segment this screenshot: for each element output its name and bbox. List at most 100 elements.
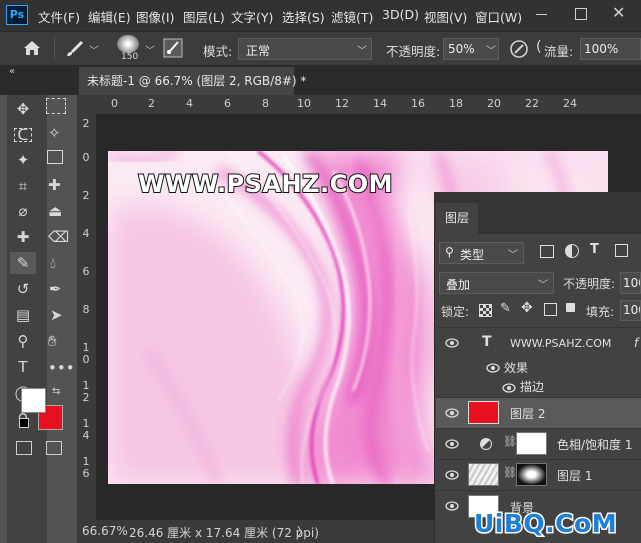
visibility-eye-icon[interactable] (445, 438, 459, 450)
layer-name: 图层 1 (557, 469, 593, 483)
rect-marquee-tool-icon[interactable] (46, 98, 66, 114)
close-icon[interactable]: ✕ (612, 3, 625, 22)
visibility-eye-icon[interactable] (445, 337, 459, 349)
menu-edit[interactable]: 编辑(E) (88, 7, 131, 26)
layer-name: WWW.PSAHZ.COM (510, 337, 612, 350)
brush-preview-icon[interactable] (117, 35, 139, 53)
filter-pixel-icon[interactable] (540, 245, 554, 258)
crop-tool-icon[interactable]: ⌗ (10, 175, 36, 197)
frame-tool-icon[interactable] (47, 150, 63, 164)
ruler-tick: 0 (111, 97, 118, 110)
layer-effects-row[interactable]: 效果 (436, 357, 641, 377)
type-tool-icon[interactable]: T (10, 356, 36, 378)
screen-mode-icon[interactable] (46, 441, 62, 455)
lasso-tool-icon[interactable]: ᑕ (10, 124, 36, 146)
hand-tool-icon[interactable]: ✋︎ (48, 332, 57, 350)
layer-mask-thumbnail (516, 432, 547, 455)
brush-tool-icon[interactable] (64, 40, 86, 58)
flow-field[interactable]: 100% (580, 38, 641, 60)
lock-position-icon[interactable]: ✥ (521, 300, 533, 316)
pen-tool-icon[interactable]: ✒ (49, 280, 62, 298)
eraser-tool-icon[interactable]: ⌫ (48, 228, 69, 246)
status-zoom: 66.67% (82, 524, 128, 538)
path-select-tool-icon[interactable]: ➤ (50, 306, 63, 324)
eyedropper-tool-icon[interactable]: ⌀ (10, 200, 36, 222)
home-icon[interactable] (22, 39, 42, 57)
minimize-icon[interactable] (536, 14, 547, 15)
ruler-tick: 12 (335, 97, 349, 110)
menu-view[interactable]: 视图(V) (424, 7, 467, 26)
move-tool-icon[interactable]: ✥ (10, 98, 36, 120)
layer-row-layer1[interactable]: ⛓ 图层 1 (436, 459, 641, 490)
menu-select[interactable]: 选择(S) (282, 7, 325, 26)
brush-preset-chevron-icon[interactable]: ﹀ (89, 42, 99, 57)
more-tools-icon[interactable]: ••• (48, 359, 75, 377)
fill-field[interactable]: 100 (620, 300, 641, 321)
healing-brush-tool-icon[interactable]: ✚ (10, 226, 36, 248)
blur-tool-icon[interactable]: 💧︎ (50, 254, 56, 272)
layer-row-hue-saturation[interactable]: ⛓ 色相/饱和度 1 (436, 428, 641, 459)
maximize-icon[interactable] (575, 8, 587, 20)
document-tab[interactable]: 未标题-1 @ 66.7% (图层 2, RGB/8#) * (79, 67, 306, 95)
menu-file[interactable]: 文件(F) (38, 7, 80, 26)
layer-opacity-field[interactable]: 100 (620, 272, 641, 294)
filter-adjustment-icon[interactable] (565, 244, 579, 258)
layer-filter-dropdown[interactable]: ⚲ 类型 ﹀ (439, 242, 524, 264)
magic-wand-icon[interactable]: ✧ (48, 124, 61, 142)
opacity-field[interactable]: 50% ﹀ (443, 38, 499, 60)
filter-type-icon[interactable]: T (590, 242, 599, 257)
menu-filter[interactable]: 滤镜(T) (331, 7, 373, 26)
blend-mode-dropdown[interactable]: 叠加 ﹀ (439, 272, 554, 294)
layer-stroke-effect-row[interactable]: 描边 (436, 377, 641, 397)
visibility-eye-icon[interactable] (486, 362, 500, 374)
adjustment-layer-icon (480, 438, 492, 450)
visibility-eye-icon[interactable] (502, 382, 516, 394)
menu-type[interactable]: 文字(Y) (231, 7, 273, 26)
gradient-tool-icon[interactable]: ▤ (10, 304, 36, 326)
tab-layers[interactable]: 图层 (436, 203, 478, 234)
ruler-tick: 10 (297, 97, 311, 110)
layer-row-layer2-selected[interactable]: 图层 2 (436, 397, 641, 428)
visibility-eye-icon[interactable] (445, 469, 459, 481)
lock-all-icon[interactable] (566, 303, 575, 312)
toolbar-collapse-icon[interactable]: « (9, 66, 15, 77)
pressure-opacity-icon[interactable] (508, 38, 530, 60)
default-colors-icon[interactable] (19, 418, 29, 428)
filter-shape-icon[interactable] (615, 244, 628, 257)
stroke-effect-label: 描边 (520, 380, 545, 394)
status-arrow-icon[interactable]: 〉 (297, 523, 309, 540)
menu-layer[interactable]: 图层(L) (183, 7, 225, 26)
menu-window[interactable]: 窗口(W) (475, 7, 522, 26)
ruler-tick: 6 (82, 265, 90, 278)
menu-3d[interactable]: 3D(D) (382, 7, 419, 22)
chevron-down-icon: ﹀ (508, 250, 518, 261)
fill-label: 填充: (586, 305, 615, 319)
brush-size-chevron-icon[interactable]: ﹀ (145, 42, 155, 57)
stamp-tool-icon[interactable]: ⏏ (48, 202, 62, 220)
link-icon: ⛓ (503, 435, 517, 448)
lock-label: 锁定: (441, 305, 470, 319)
mode-dropdown[interactable]: 正常 ﹀ (238, 38, 372, 60)
dodge-tool-icon[interactable]: ⚲ (10, 330, 36, 352)
visibility-eye-icon[interactable] (445, 407, 459, 419)
lock-pixels-icon[interactable]: ✎ (500, 301, 511, 316)
quick-mask-icon[interactable] (16, 441, 32, 455)
layer-row-text[interactable]: T WWW.PSAHZ.COM f (436, 327, 641, 358)
fill-value: 100 (623, 303, 640, 317)
ruler-tick: 16 (411, 97, 425, 110)
menu-image[interactable]: 图像(I) (136, 7, 174, 26)
chevron-down-icon: ﹀ (538, 280, 548, 291)
history-brush-tool-icon[interactable]: ↺ (10, 278, 36, 300)
swap-colors-icon[interactable]: ⇆ (52, 386, 60, 397)
bandage-tool-icon[interactable]: ✚ (48, 176, 61, 194)
brush-settings-icon[interactable] (163, 38, 183, 58)
brush-tool-active-icon[interactable]: ✎ (10, 252, 36, 274)
lock-transparent-icon[interactable] (479, 304, 492, 317)
magic-wand-tool-icon[interactable]: ✦ (10, 149, 36, 171)
layer-opacity-label: 不透明度: (563, 277, 616, 291)
fx-icon[interactable]: f (634, 336, 638, 350)
blend-mode-value: 叠加 (446, 278, 471, 292)
lock-artboard-icon[interactable] (544, 303, 557, 316)
visibility-eye-icon[interactable] (445, 500, 459, 512)
foreground-color-swatch[interactable] (21, 388, 46, 413)
